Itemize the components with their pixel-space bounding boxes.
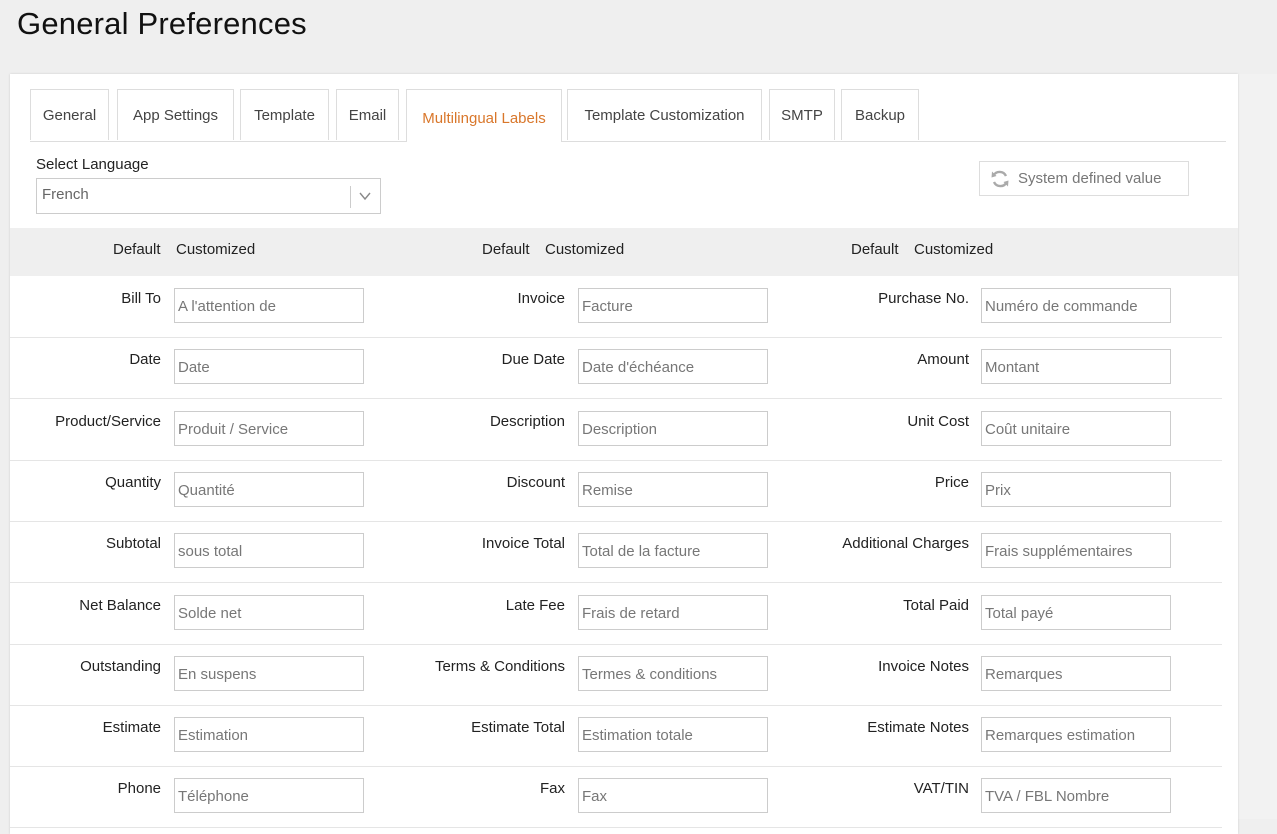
customized-label-input[interactable]: [578, 655, 768, 691]
customized-label-input[interactable]: [981, 594, 1171, 630]
column-header-default: Default: [482, 241, 530, 258]
customized-label-input[interactable]: [174, 533, 364, 569]
column-header-default: Default: [851, 241, 899, 258]
column-header-customized: Customized: [176, 241, 256, 258]
column-header-band: Default Customized Default Customized De…: [10, 228, 1238, 276]
customized-label-input[interactable]: [578, 410, 768, 446]
default-label: Invoice: [517, 290, 565, 307]
tab-backup[interactable]: Backup: [841, 89, 919, 140]
customized-label-input[interactable]: [981, 533, 1171, 569]
default-label: Purchase No.: [878, 290, 969, 307]
default-label: Net Balance: [79, 596, 161, 614]
customized-label-input[interactable]: [578, 288, 768, 323]
page-gutter: [1238, 74, 1277, 819]
tab-smtp[interactable]: SMTP: [769, 89, 835, 140]
customized-label-input[interactable]: [174, 471, 364, 507]
customized-label-input[interactable]: [578, 471, 768, 507]
table-row: Date Due Date Amount: [10, 337, 1222, 400]
default-label: Bill To: [121, 290, 161, 307]
default-label: VAT/TIN: [913, 780, 969, 798]
customized-label-input[interactable]: [981, 410, 1171, 446]
default-label: Date: [129, 351, 161, 369]
customized-label-input[interactable]: [174, 410, 364, 446]
customized-label-input[interactable]: [578, 349, 768, 385]
default-label: Fax: [539, 780, 565, 798]
customized-label-input[interactable]: [578, 533, 768, 569]
default-label: Total Paid: [903, 596, 969, 614]
column-header-customized: Customized: [914, 241, 994, 258]
table-row: Outstanding Terms & Conditions Invoice Not…: [10, 644, 1222, 706]
default-label: Quantity: [105, 473, 161, 491]
preferences-panel: General App Settings Template Email Mult…: [10, 74, 1238, 834]
default-label: Estimate Notes: [867, 719, 969, 737]
tab-bar: General App Settings Template Email Mult…: [30, 89, 1226, 142]
table-row: Quantity Discount Price: [10, 460, 1222, 522]
customized-label-input[interactable]: [981, 778, 1171, 814]
customized-label-input[interactable]: [981, 717, 1171, 753]
column-header-customized: Customized: [545, 241, 625, 258]
language-select[interactable]: French: [36, 178, 381, 214]
default-label: Amount: [917, 351, 969, 369]
default-label: Additional Charges: [842, 535, 969, 553]
customized-label-input[interactable]: [174, 349, 364, 385]
default-label: Subtotal: [105, 535, 161, 553]
table-row: Estimate Estimate Total Estimate Notes: [10, 705, 1222, 768]
tab-general[interactable]: General: [30, 89, 109, 140]
default-label: Estimate Total: [471, 719, 565, 737]
default-label: Outstanding: [80, 657, 161, 675]
default-label: Estimate: [102, 719, 161, 737]
default-label: Product/Service: [55, 412, 161, 430]
customized-label-input[interactable]: [981, 655, 1171, 691]
customized-label-input[interactable]: [174, 594, 364, 630]
customized-label-input[interactable]: [174, 717, 364, 753]
select-divider: [350, 186, 351, 208]
tab-email[interactable]: Email: [336, 89, 399, 140]
select-language-label: Select Language: [36, 156, 149, 173]
customized-label-input[interactable]: [981, 349, 1171, 385]
default-label: Phone: [117, 780, 161, 798]
table-row: Product/Service Description Unit Cost: [10, 399, 1222, 461]
default-label: Terms & Conditions: [434, 657, 565, 675]
tab-template-customization[interactable]: Template Customization: [567, 89, 762, 140]
system-defined-value-button[interactable]: System defined value: [979, 161, 1189, 196]
default-label: Invoice Total: [481, 535, 565, 553]
default-label: Late Fee: [505, 596, 565, 614]
column-header-default: Default: [113, 241, 161, 258]
customized-label-input[interactable]: [174, 288, 364, 323]
refresh-icon: [991, 170, 1009, 187]
customized-label-input[interactable]: [981, 471, 1171, 507]
table-row: Bill To Invoice Purchase No.: [10, 276, 1222, 338]
default-label: Invoice Notes: [878, 657, 969, 675]
table-row: Net Balance Late Fee Total Paid: [10, 583, 1222, 645]
chevron-down-icon: [359, 192, 371, 201]
customized-label-input[interactable]: [578, 717, 768, 753]
customized-label-input[interactable]: [981, 288, 1171, 323]
customized-label-input[interactable]: [578, 778, 768, 814]
page-title: General Preferences: [17, 6, 307, 41]
table-row: Phone Fax VAT/TIN: [10, 766, 1222, 829]
tab-template[interactable]: Template: [240, 89, 329, 140]
default-label: Due Date: [501, 351, 565, 369]
language-select-value: French: [42, 186, 89, 203]
customized-label-input[interactable]: [174, 655, 364, 691]
customized-label-input[interactable]: [578, 594, 768, 630]
default-label: Unit Cost: [907, 412, 969, 430]
default-label: Description: [489, 412, 565, 430]
default-label: Price: [934, 473, 969, 491]
tab-app-settings[interactable]: App Settings: [117, 89, 234, 140]
system-defined-value-label: System defined value: [1018, 170, 1162, 187]
default-label: Discount: [506, 473, 565, 491]
table-row: Subtotal Invoice Total Additional Charges: [10, 521, 1222, 584]
customized-label-input[interactable]: [174, 778, 364, 814]
tab-multilingual-labels[interactable]: Multilingual Labels: [406, 89, 562, 142]
